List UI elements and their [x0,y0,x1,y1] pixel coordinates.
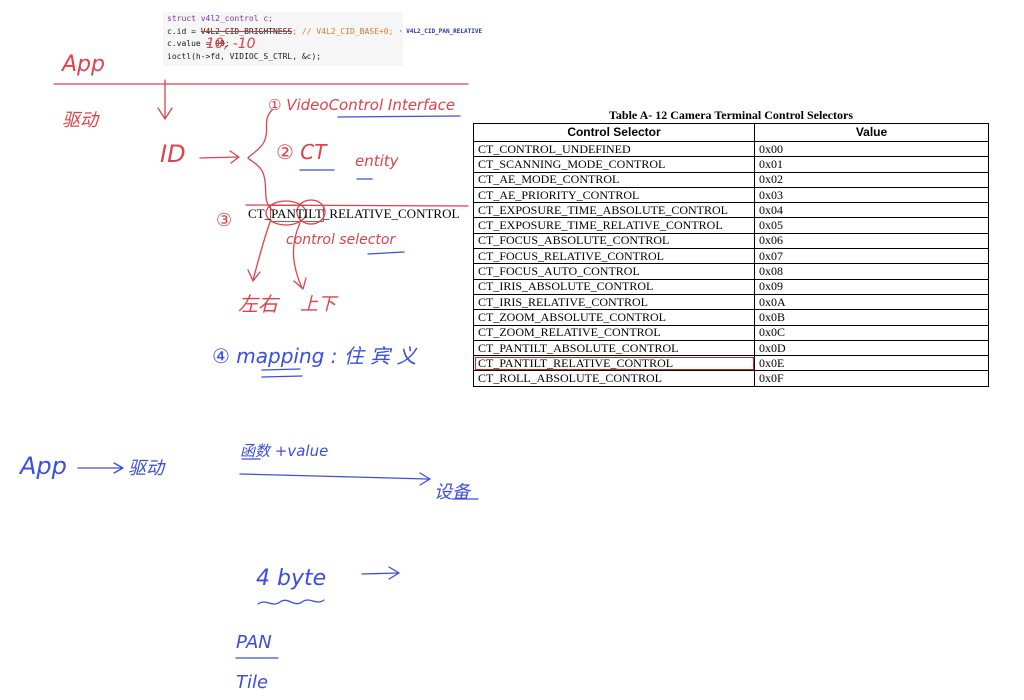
selector-cell: CT_ZOOM_RELATIVE_CONTROL [473,324,755,341]
table-title: Table A- 12 Camera Terminal Control Sele… [609,108,853,122]
id-label: ID [160,140,186,168]
byte-arrow [361,566,400,580]
selector-cell: CT_IRIS_ABSOLUTE_CONTROL [473,278,755,295]
value-cell: 0x08 [754,263,989,280]
table-row: CT_IRIS_RELATIVE_CONTROL 0x0A [473,293,989,311]
value-cell: 0x04 [754,202,989,219]
value-cell: 0x01 [754,156,989,173]
table-row: CT_ROLL_ABSOLUTE_CONTROL 0x0F [473,370,989,387]
table-row: CT_PANTILT_RELATIVE_CONTROL 0x0E [473,355,989,372]
driver-bottom-label: 驱动 [128,458,164,479]
header-control-selector: Control Selector [473,123,755,142]
pan-label: PAN [236,632,272,653]
func-value-label: 函数 +value [240,442,329,460]
selector-cell: CT_EXPOSURE_TIME_RELATIVE_CONTROL [473,217,755,234]
table-row: CT_FOCUS_RELATIVE_CONTROL 0x07 [473,248,989,265]
value-cell: 0x03 [754,186,989,204]
value-cell: 0x0A [754,293,989,311]
table-row: CT_FOCUS_ABSOLUTE_CONTROL 0x06 [473,232,989,250]
interface-underline [337,115,461,118]
up-down-label: 上下 [300,294,336,315]
table-row: CT_SCANNING_MODE_CONTROL 0x01 [473,156,989,173]
selector-cell: CT_EXPOSURE_TIME_ABSOLUTE_CONTROL [473,202,755,219]
ct-boxed: PANTILT [270,205,324,222]
down-arrow [157,79,173,120]
table-row: CT_EXPOSURE_TIME_RELATIVE_CONTROL 0x05 [473,217,989,234]
selector-underline [367,251,405,255]
value-cell: 0x09 [754,278,989,295]
tilt-label: Tile [236,672,269,693]
table-row: CT_ZOOM_RELATIVE_CONTROL 0x0C [473,324,989,341]
value-cell: 0x07 [754,248,989,265]
table-header-row: Control Selector Value [473,123,989,142]
table-row: CT_FOCUS_AUTO_CONTROL 0x08 [473,263,989,280]
selector-cell: CT_AE_MODE_CONTROL [473,171,755,188]
selector-cell: CT_ROLL_ABSOLUTE_CONTROL [473,370,755,387]
selector-cell: CT_FOCUS_AUTO_CONTROL [473,263,755,280]
brace [247,109,273,211]
selector-cell: CT_PANTILT_RELATIVE_CONTROL [473,355,755,372]
mapping-label: ④ mapping : 住 宾 义 [212,344,417,368]
id-arrow [199,150,240,164]
ct-prefix: CT_ [248,206,272,221]
app-bottom-label: App [20,452,67,480]
ct-suffix: _RELATIVE_CONTROL [322,206,460,221]
long-arrow [239,472,431,486]
value-cell: 0x0C [754,324,989,341]
selector-table: Control Selector Value CT_CONTROL_UNDEFI… [473,123,989,387]
entity-label: entity [355,152,399,170]
four-byte-label: 4 byte [256,566,327,591]
step-3-label: ③ [216,210,233,231]
table-row: CT_IRIS_ABSOLUTE_CONTROL 0x09 [473,278,989,295]
control-selector-label: control selector [286,232,396,248]
value-cell: 0x0F [754,370,989,387]
selector-cell: CT_FOCUS_RELATIVE_CONTROL [473,248,755,265]
selector-cell: CT_PANTILT_ABSOLUTE_CONTROL [473,339,755,357]
value-cell: 0x02 [754,171,989,188]
value-cell: 0x0B [754,309,989,326]
value-cell: 0x00 [754,140,989,158]
vc-interface-label: ① VideoControl Interface [268,96,456,114]
driver-label: 驱动 [62,110,98,131]
table-row: CT_AE_MODE_CONTROL 0x02 [473,171,989,188]
table-row: CT_AE_PRIORITY_CONTROL 0x03 [473,186,989,204]
app-top-label: App [62,52,105,77]
selector-cell: CT_AE_PRIORITY_CONTROL [473,186,755,204]
selector-cell: CT_CONTROL_UNDEFINED [473,140,755,158]
value-note: 10, -10 [206,36,256,52]
value-cell: 0x0D [754,339,989,357]
ct-entity-label: ② CT [276,140,327,164]
header-value: Value [754,123,989,142]
value-cell: 0x0E [754,355,989,372]
table-row: CT_ZOOM_ABSOLUTE_CONTROL 0x0B [473,309,989,326]
device-label: 设备 [434,482,470,503]
selector-cell: CT_FOCUS_ABSOLUTE_CONTROL [473,232,755,250]
left-right-label: 左右 [238,292,278,316]
app-arrow [77,462,124,474]
arrow-left-right [247,221,271,282]
value-cell: 0x06 [754,232,989,250]
table-row: CT_PANTILT_ABSOLUTE_CONTROL 0x0D [473,339,989,357]
table-row: CT_CONTROL_UNDEFINED 0x00 [473,140,989,158]
mapping-underline [261,368,303,378]
table-row: CT_EXPOSURE_TIME_ABSOLUTE_CONTROL 0x04 [473,202,989,219]
selector-cell: CT_IRIS_RELATIVE_CONTROL [473,293,755,311]
ct-pantilt-label: CT_PANTILT_RELATIVE_CONTROL [248,205,460,222]
value-cell: 0x05 [754,217,989,234]
selector-cell: CT_SCANNING_MODE_CONTROL [473,156,755,173]
selector-cell: CT_ZOOM_ABSOLUTE_CONTROL [473,309,755,326]
four-byte-squiggle [257,599,325,605]
